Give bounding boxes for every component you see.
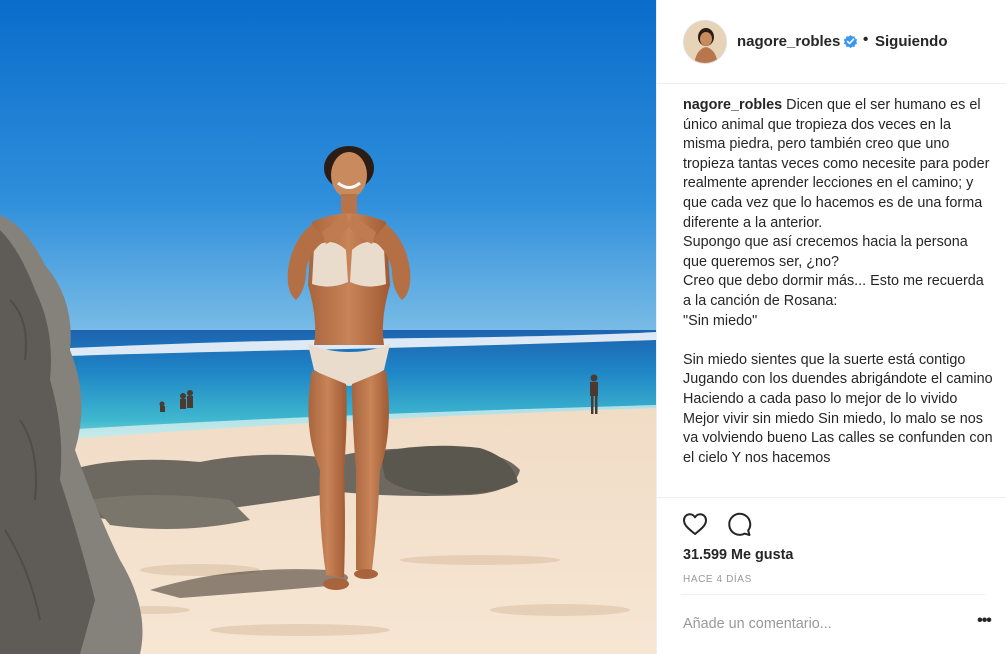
post-photo[interactable] [0,0,656,654]
post-header: nagore_robles • Siguiendo [657,0,1006,84]
post-side-panel: nagore_robles • Siguiendo nagore_robles … [656,0,1006,654]
post-time-ago[interactable]: HACE 4 DÍAS [683,574,752,585]
caption-text: Dicen que el ser humano es el único anim… [683,97,993,466]
likes-count[interactable]: 31.599 Me gusta [683,547,793,563]
speech-bubble-icon[interactable] [725,510,753,538]
following-button[interactable]: Siguiendo [875,33,948,50]
beach-scene-illustration [0,0,656,654]
separator-dot: • [863,31,869,48]
comment-input[interactable] [683,613,933,635]
post-actions: 31.599 Me gusta HACE 4 DÍAS ••• [657,497,1006,654]
ellipsis-icon[interactable]: ••• [971,611,997,631]
verified-badge-icon [843,35,858,49]
header-username[interactable]: nagore_robles [737,33,840,50]
avatar[interactable] [683,20,727,64]
post-caption: nagore_robles Dicen que el ser humano es… [683,96,995,498]
heart-outline-icon[interactable] [681,510,709,538]
caption-username[interactable]: nagore_robles [683,97,782,113]
comment-box: ••• [681,594,992,650]
